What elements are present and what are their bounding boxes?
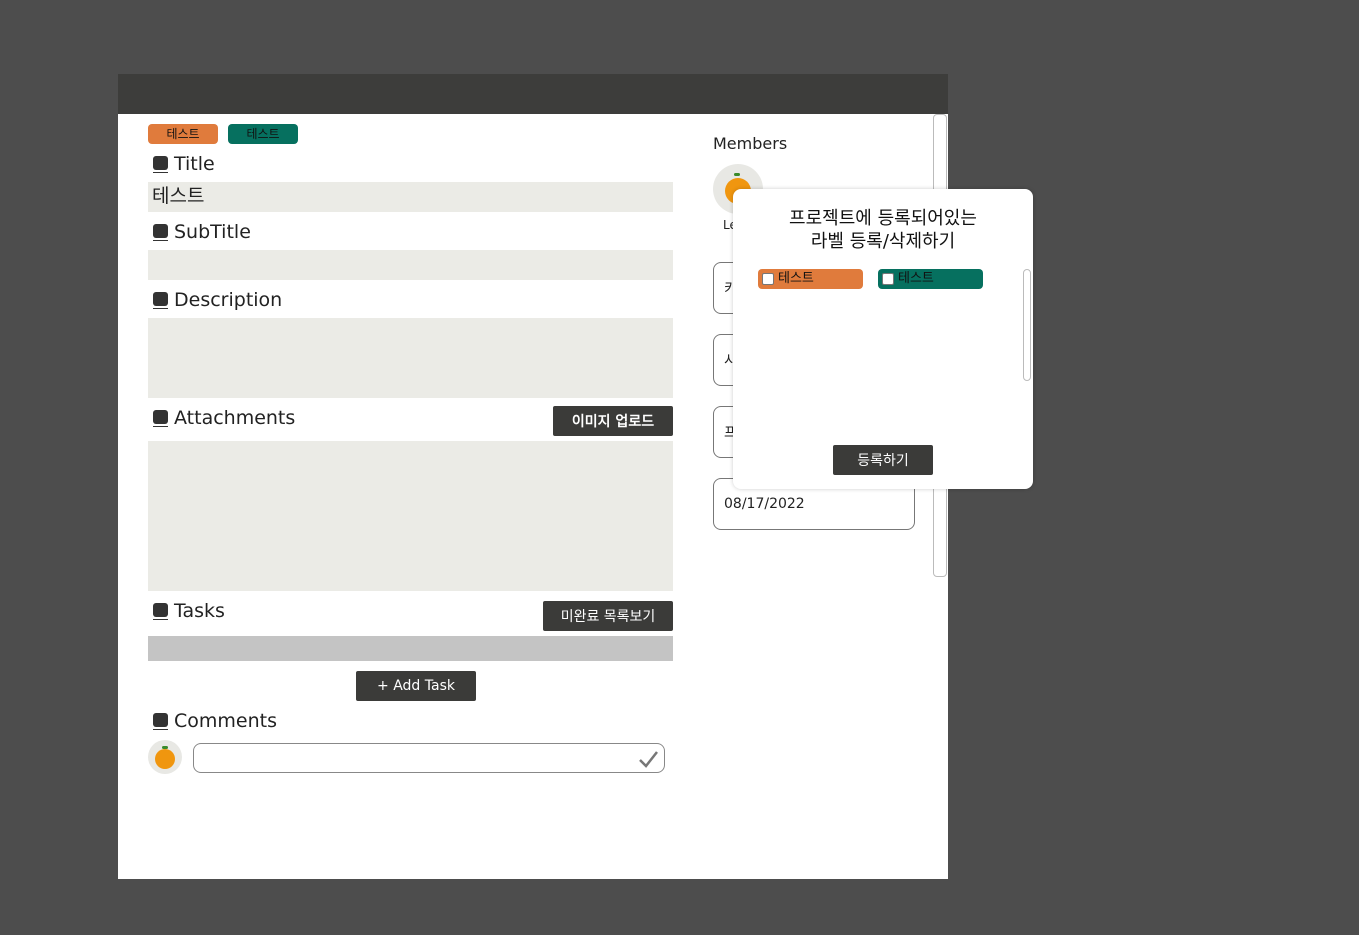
description-label: Description <box>174 289 283 311</box>
modal-header <box>118 74 948 114</box>
view-incomplete-button[interactable]: 미완료 목록보기 <box>543 601 673 631</box>
comments-section-heading: Comments <box>153 710 277 732</box>
tasks-section-heading: Tasks <box>153 600 225 622</box>
tasks-label: Tasks <box>174 600 225 622</box>
popup-title: 프로젝트에 등록되어있는 라벨 등록/삭제하기 <box>733 207 1033 253</box>
orange-avatar-icon <box>155 749 175 769</box>
subtitle-value <box>148 250 673 254</box>
title-field[interactable]: 테스트 <box>148 182 673 212</box>
comment-avatar <box>148 740 182 774</box>
popup-label-orange[interactable]: 테스트 <box>758 269 863 289</box>
title-section-heading: Title <box>153 153 215 175</box>
tasks-progress-bar <box>148 636 673 661</box>
label-manage-popup: 프로젝트에 등록되어있는 라벨 등록/삭제하기 테스트 테스트 등록하기 <box>733 189 1033 489</box>
description-section-heading: Description <box>153 289 282 311</box>
label-chip-orange[interactable]: 테스트 <box>148 124 218 144</box>
description-field[interactable] <box>148 318 673 398</box>
title-value: 테스트 <box>152 185 205 207</box>
label-checkbox[interactable] <box>882 273 894 285</box>
attachments-label: Attachments <box>174 407 296 429</box>
comment-input[interactable] <box>193 743 665 773</box>
label-chip-teal[interactable]: 테스트 <box>228 124 298 144</box>
popup-title-line2: 라벨 등록/삭제하기 <box>810 231 956 252</box>
subtitle-section-heading: SubTitle <box>153 221 251 243</box>
members-title: Members <box>713 134 788 153</box>
label-checkbox[interactable] <box>762 273 774 285</box>
subtitle-label: SubTitle <box>174 221 251 243</box>
attachments-section-heading: Attachments <box>153 407 295 429</box>
section-icon <box>153 223 168 241</box>
upload-image-button[interactable]: 이미지 업로드 <box>553 406 673 436</box>
description-value <box>148 318 673 322</box>
title-label: Title <box>174 153 215 175</box>
leaf-icon <box>734 173 740 176</box>
popup-label-text: 테스트 <box>778 271 814 286</box>
add-task-button[interactable]: + Add Task <box>356 671 476 701</box>
popup-label-text: 테스트 <box>898 271 934 286</box>
section-icon <box>153 155 168 173</box>
due-date-value: 08/17/2022 <box>724 496 805 512</box>
popup-title-line1: 프로젝트에 등록되어있는 <box>789 208 977 229</box>
popup-scrollbar[interactable] <box>1023 269 1031 381</box>
check-icon[interactable] <box>638 749 658 769</box>
register-button[interactable]: 등록하기 <box>833 445 933 475</box>
comments-label: Comments <box>174 710 277 732</box>
section-icon <box>153 602 168 620</box>
popup-label-teal[interactable]: 테스트 <box>878 269 983 289</box>
subtitle-field[interactable] <box>148 250 673 280</box>
attachments-area[interactable] <box>148 441 673 591</box>
leaf-icon <box>162 746 168 749</box>
section-icon <box>153 291 168 309</box>
section-icon <box>153 712 168 730</box>
section-icon <box>153 409 168 427</box>
